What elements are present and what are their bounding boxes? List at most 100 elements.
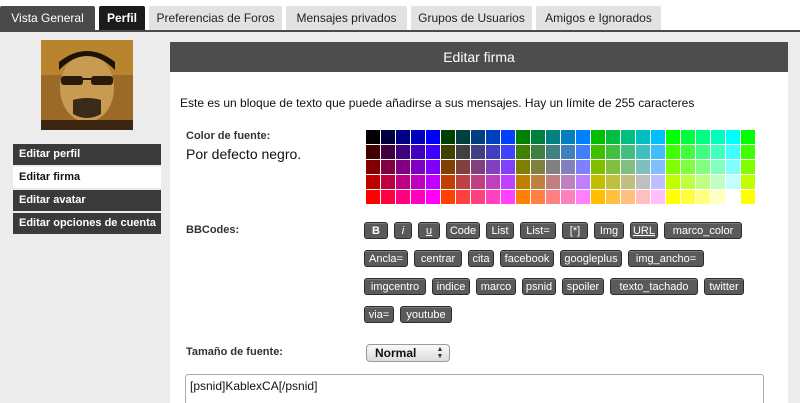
bbcode-cita-button[interactable]: cita <box>468 250 494 267</box>
palette-color-swatch[interactable] <box>531 175 545 189</box>
sidebar-item-editar-avatar[interactable]: Editar avatar <box>13 190 161 211</box>
palette-color-swatch[interactable] <box>501 130 515 144</box>
palette-color-swatch[interactable] <box>621 130 635 144</box>
bbcode-bold-button[interactable]: B <box>364 222 388 239</box>
palette-color-swatch[interactable] <box>501 175 515 189</box>
bbcode-img-button[interactable]: Img <box>594 222 624 239</box>
palette-color-swatch[interactable] <box>456 190 470 204</box>
palette-color-swatch[interactable] <box>591 130 605 144</box>
palette-color-swatch[interactable] <box>531 160 545 174</box>
palette-color-swatch[interactable] <box>576 160 590 174</box>
palette-color-swatch[interactable] <box>531 190 545 204</box>
palette-color-swatch[interactable] <box>426 145 440 159</box>
palette-color-swatch[interactable] <box>741 130 755 144</box>
bbcode-list-item-button[interactable]: [*] <box>562 222 588 239</box>
palette-color-swatch[interactable] <box>606 160 620 174</box>
bbcode-italic-button[interactable]: i <box>394 222 412 239</box>
palette-color-swatch[interactable] <box>456 130 470 144</box>
palette-color-swatch[interactable] <box>531 130 545 144</box>
palette-color-swatch[interactable] <box>621 145 635 159</box>
palette-color-swatch[interactable] <box>381 145 395 159</box>
palette-color-swatch[interactable] <box>486 190 500 204</box>
bbcode-ancla-button[interactable]: Ancla= <box>364 250 408 267</box>
palette-color-swatch[interactable] <box>711 145 725 159</box>
palette-color-swatch[interactable] <box>576 145 590 159</box>
palette-color-swatch[interactable] <box>681 175 695 189</box>
palette-color-swatch[interactable] <box>426 130 440 144</box>
palette-color-swatch[interactable] <box>546 145 560 159</box>
palette-color-swatch[interactable] <box>561 160 575 174</box>
bbcode-marco-button[interactable]: marco <box>476 278 516 295</box>
tab-vista-general[interactable]: Vista General <box>0 6 95 30</box>
palette-color-swatch[interactable] <box>681 145 695 159</box>
palette-color-swatch[interactable] <box>681 190 695 204</box>
palette-color-swatch[interactable] <box>426 175 440 189</box>
palette-color-swatch[interactable] <box>471 130 485 144</box>
palette-color-swatch[interactable] <box>411 145 425 159</box>
bbcode-code-button[interactable]: Code <box>446 222 480 239</box>
palette-color-swatch[interactable] <box>396 130 410 144</box>
palette-color-swatch[interactable] <box>366 160 380 174</box>
palette-color-swatch[interactable] <box>651 190 665 204</box>
palette-color-swatch[interactable] <box>606 190 620 204</box>
bbcode-psnid-button[interactable]: psnid <box>522 278 556 295</box>
palette-color-swatch[interactable] <box>516 145 530 159</box>
palette-color-swatch[interactable] <box>636 190 650 204</box>
palette-color-swatch[interactable] <box>561 190 575 204</box>
palette-color-swatch[interactable] <box>666 145 680 159</box>
palette-color-swatch[interactable] <box>366 190 380 204</box>
palette-color-swatch[interactable] <box>546 175 560 189</box>
palette-color-swatch[interactable] <box>471 190 485 204</box>
bbcode-imgcentro-button[interactable]: imgcentro <box>364 278 426 295</box>
palette-color-swatch[interactable] <box>621 190 635 204</box>
palette-color-swatch[interactable] <box>696 160 710 174</box>
palette-color-swatch[interactable] <box>651 160 665 174</box>
palette-color-swatch[interactable] <box>441 190 455 204</box>
tab-preferencias-foros[interactable]: Preferencias de Foros <box>149 6 282 30</box>
palette-color-swatch[interactable] <box>606 130 620 144</box>
palette-color-swatch[interactable] <box>516 160 530 174</box>
palette-color-swatch[interactable] <box>711 160 725 174</box>
palette-color-swatch[interactable] <box>366 130 380 144</box>
palette-color-swatch[interactable] <box>696 130 710 144</box>
palette-color-swatch[interactable] <box>381 160 395 174</box>
bbcode-spoiler-button[interactable]: spoiler <box>562 278 604 295</box>
palette-color-swatch[interactable] <box>501 145 515 159</box>
palette-color-swatch[interactable] <box>591 160 605 174</box>
palette-color-swatch[interactable] <box>711 190 725 204</box>
palette-color-swatch[interactable] <box>426 160 440 174</box>
palette-color-swatch[interactable] <box>666 160 680 174</box>
palette-color-swatch[interactable] <box>741 190 755 204</box>
bbcode-facebook-button[interactable]: facebook <box>500 250 554 267</box>
palette-color-swatch[interactable] <box>426 190 440 204</box>
tab-perfil[interactable]: Perfil <box>99 6 145 30</box>
tab-mensajes-privados[interactable]: Mensajes privados <box>286 6 407 30</box>
tab-grupos-usuarios[interactable]: Grupos de Usuarios <box>411 6 532 30</box>
palette-color-swatch[interactable] <box>396 175 410 189</box>
sidebar-item-editar-perfil[interactable]: Editar perfil <box>13 144 161 165</box>
palette-color-swatch[interactable] <box>651 175 665 189</box>
palette-color-swatch[interactable] <box>711 130 725 144</box>
bbcode-indice-button[interactable]: indice <box>432 278 470 295</box>
palette-color-swatch[interactable] <box>561 175 575 189</box>
palette-color-swatch[interactable] <box>726 160 740 174</box>
palette-color-swatch[interactable] <box>726 130 740 144</box>
palette-color-swatch[interactable] <box>441 145 455 159</box>
palette-color-swatch[interactable] <box>696 175 710 189</box>
palette-color-swatch[interactable] <box>681 130 695 144</box>
palette-color-swatch[interactable] <box>621 175 635 189</box>
palette-color-swatch[interactable] <box>576 130 590 144</box>
palette-color-swatch[interactable] <box>531 145 545 159</box>
bbcode-marco-color-button[interactable]: marco_color <box>664 222 742 239</box>
palette-color-swatch[interactable] <box>591 175 605 189</box>
bbcode-url-button[interactable]: URL <box>630 222 658 239</box>
palette-color-swatch[interactable] <box>681 160 695 174</box>
palette-color-swatch[interactable] <box>576 190 590 204</box>
sidebar-item-editar-opciones-cuenta[interactable]: Editar opciones de cuenta <box>13 213 161 234</box>
palette-color-swatch[interactable] <box>396 160 410 174</box>
tab-amigos-ignorados[interactable]: Amigos e Ignorados <box>536 6 661 30</box>
palette-color-swatch[interactable] <box>381 130 395 144</box>
palette-color-swatch[interactable] <box>471 160 485 174</box>
palette-color-swatch[interactable] <box>441 130 455 144</box>
palette-color-swatch[interactable] <box>636 145 650 159</box>
